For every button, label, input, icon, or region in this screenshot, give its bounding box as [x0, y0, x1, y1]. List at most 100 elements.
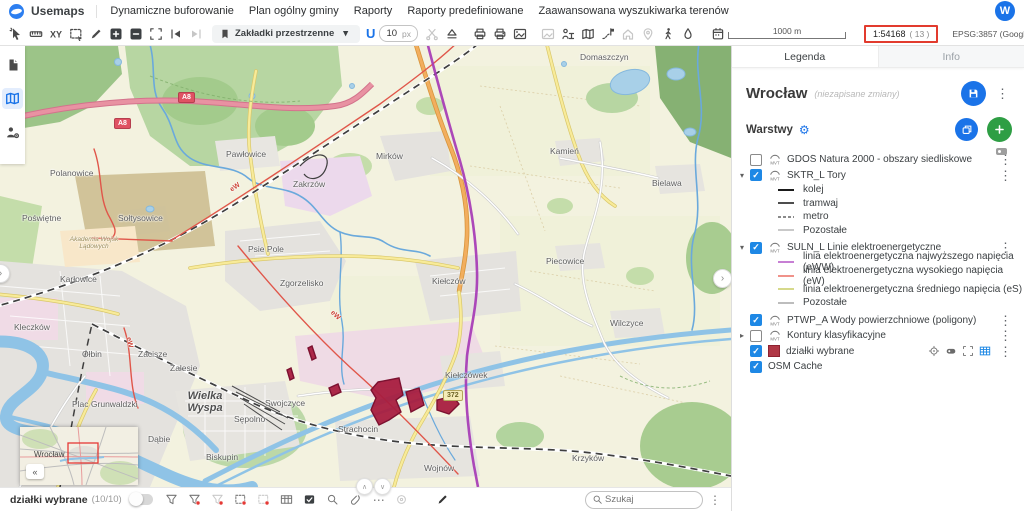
- route-flag-button[interactable]: [598, 24, 618, 44]
- right-panel-expander[interactable]: ›: [713, 269, 731, 288]
- layer-menu-button[interactable]: ⋮: [996, 314, 1015, 327]
- eject-extrude-button[interactable]: [442, 24, 462, 44]
- layer-row-kontury[interactable]: ▸ MVT Kontury klasyfikacyjne ⋮: [732, 328, 1024, 344]
- line-swatch: [778, 229, 794, 231]
- selection-toggle[interactable]: [130, 494, 153, 505]
- map-location-button[interactable]: [578, 24, 598, 44]
- layer-menu-button[interactable]: ⋮: [996, 169, 1015, 182]
- legend-item: kolej: [732, 183, 1024, 197]
- bottombar-collapse-button[interactable]: ∨: [374, 478, 391, 495]
- zoom-to-selection-button[interactable]: [393, 491, 411, 509]
- layer-checkbox-ptwp[interactable]: ✓: [750, 314, 762, 326]
- projection-selector[interactable]: EPSG:3857 (Google Mercator) ▾: [952, 29, 1024, 39]
- panel-tabs: Legenda Info: [732, 46, 1024, 68]
- line-swatch: [778, 202, 794, 204]
- sidebar-item-documents[interactable]: [2, 54, 23, 75]
- layer-row-ptwp[interactable]: ✓ MVT PTWP_A Wody powierzchniowe (poligo…: [732, 313, 1024, 329]
- layer-row-sktr[interactable]: ▾ ✓ MVT SKTR_L Tory ⋮: [732, 168, 1024, 184]
- filter-clear-button[interactable]: [209, 491, 227, 509]
- buffer-tool-button[interactable]: U: [366, 26, 375, 41]
- attribute-table-button[interactable]: [278, 491, 296, 509]
- layer-checkbox-kontury[interactable]: [750, 330, 762, 342]
- edit-selection-button[interactable]: [434, 491, 452, 509]
- sidebar-item-users-admin[interactable]: [2, 122, 23, 143]
- project-menu-button[interactable]: ⋮: [993, 87, 1012, 100]
- layer-row-dzialki[interactable]: ✓ działki wybrane ⋮: [732, 344, 1024, 360]
- map-label: Biskupin: [206, 452, 238, 462]
- search-in-selection-button[interactable]: [324, 491, 342, 509]
- usemaps-logo-icon[interactable]: [9, 4, 24, 19]
- layer-row-osm[interactable]: ✓ OSM Cache: [732, 359, 1024, 375]
- filter-selected-button[interactable]: [186, 491, 204, 509]
- select-pointer-tool-button[interactable]: [6, 24, 26, 44]
- previous-view-button[interactable]: [166, 24, 186, 44]
- full-extent-button[interactable]: [146, 24, 166, 44]
- buffer-size-input[interactable]: 10 px: [379, 25, 418, 42]
- home-extent-button[interactable]: [618, 24, 638, 44]
- spatial-bookmarks-dropdown[interactable]: Zakładki przestrzenne ▾: [212, 25, 360, 43]
- layers-header-row: Warstwy ⚙: [732, 108, 1024, 144]
- scale-denominator-box[interactable]: 1:54168 ( 13 ): [864, 25, 938, 43]
- expand-arrow-icon[interactable]: ▸: [740, 331, 750, 340]
- overview-minimap[interactable]: Wrocław «: [20, 427, 138, 485]
- search-input[interactable]: [603, 493, 687, 506]
- layer-collections-button[interactable]: [955, 118, 978, 141]
- print-template-button[interactable]: [490, 24, 510, 44]
- location-pin-button[interactable]: [638, 24, 658, 44]
- collapse-arrow-icon[interactable]: ▾: [740, 243, 750, 252]
- bottombar-expand-button[interactable]: ∧: [356, 478, 373, 495]
- layer-menu-button[interactable]: ⋮: [996, 153, 1015, 166]
- layer-checkbox-suln[interactable]: ✓: [750, 242, 762, 254]
- menu-item-plan-ogolny-gminy[interactable]: Plan ogólny gminy: [249, 5, 339, 17]
- screenshot-button[interactable]: [538, 24, 558, 44]
- select-area-button[interactable]: [232, 491, 250, 509]
- operator-workstation-button[interactable]: [558, 24, 578, 44]
- layer-checkbox-osm[interactable]: ✓: [750, 361, 762, 373]
- measure-tool-button[interactable]: [26, 24, 46, 44]
- layer-menu-button[interactable]: ⋮: [996, 329, 1015, 342]
- document-icon: [6, 58, 20, 72]
- selection-snapshot-button[interactable]: [301, 491, 319, 509]
- xy-coordinates-tool-button[interactable]: XY: [46, 24, 66, 44]
- print-button[interactable]: [470, 24, 490, 44]
- add-layer-button[interactable]: [987, 117, 1012, 142]
- layer-row-gdos[interactable]: MVT GDOŚ Natura 2000 - obszary siedlisko…: [732, 152, 1024, 168]
- bottombar-search[interactable]: [585, 491, 703, 509]
- draw-pencil-tool-button[interactable]: [86, 24, 106, 44]
- extent-icon[interactable]: [962, 345, 974, 357]
- bottombar-menu-button[interactable]: ⋮: [709, 493, 721, 507]
- layer-checkbox-gdos[interactable]: [750, 154, 762, 166]
- menu-item-zaawansowana-wyszukiwarka[interactable]: Zaawansowana wyszukiwarka terenów: [539, 5, 729, 17]
- attribute-table-icon[interactable]: [979, 345, 991, 357]
- menu-item-dynamiczne-buforowanie[interactable]: Dynamiczne buforowanie: [110, 5, 234, 17]
- zoom-to-layer-icon[interactable]: [928, 345, 940, 357]
- zoom-out-button[interactable]: [126, 24, 146, 44]
- cut-scissors-button[interactable]: [422, 24, 442, 44]
- map-canvas[interactable]: Polanowice Pawłowice Zakrzów Poświętne S…: [0, 46, 731, 487]
- sidebar-item-map[interactable]: [2, 88, 23, 109]
- schedule-clipboard-button[interactable]: [708, 24, 728, 44]
- heatmap-flame-button[interactable]: [678, 24, 698, 44]
- select-area-clear-button[interactable]: [255, 491, 273, 509]
- map-label: Mirków: [376, 151, 403, 161]
- collapse-arrow-icon[interactable]: ▾: [740, 171, 750, 180]
- tab-legenda[interactable]: Legenda: [732, 46, 878, 67]
- layer-checkbox-dzialki[interactable]: ✓: [750, 345, 762, 357]
- zoom-in-button[interactable]: [106, 24, 126, 44]
- layer-menu-button[interactable]: ⋮: [996, 345, 1015, 358]
- street-view-walk-button[interactable]: [658, 24, 678, 44]
- export-map-image-button[interactable]: [510, 24, 530, 44]
- minimap-collapse-button[interactable]: «: [26, 464, 44, 479]
- filter-button[interactable]: [163, 491, 181, 509]
- layer-label: OSM Cache: [768, 361, 1015, 372]
- marquee-select-tool-button[interactable]: [66, 24, 86, 44]
- layers-settings-gear-icon[interactable]: ⚙: [799, 123, 810, 137]
- menu-item-raporty-predefiniowane[interactable]: Raporty predefiniowane: [407, 5, 523, 17]
- tab-info[interactable]: Info: [878, 46, 1024, 67]
- user-avatar[interactable]: W: [995, 1, 1015, 21]
- menu-item-raporty[interactable]: Raporty: [354, 5, 393, 17]
- snapshot-icon[interactable]: [945, 345, 957, 357]
- next-view-button[interactable]: [186, 24, 206, 44]
- save-project-button[interactable]: [961, 81, 986, 106]
- layer-checkbox-sktr[interactable]: ✓: [750, 169, 762, 181]
